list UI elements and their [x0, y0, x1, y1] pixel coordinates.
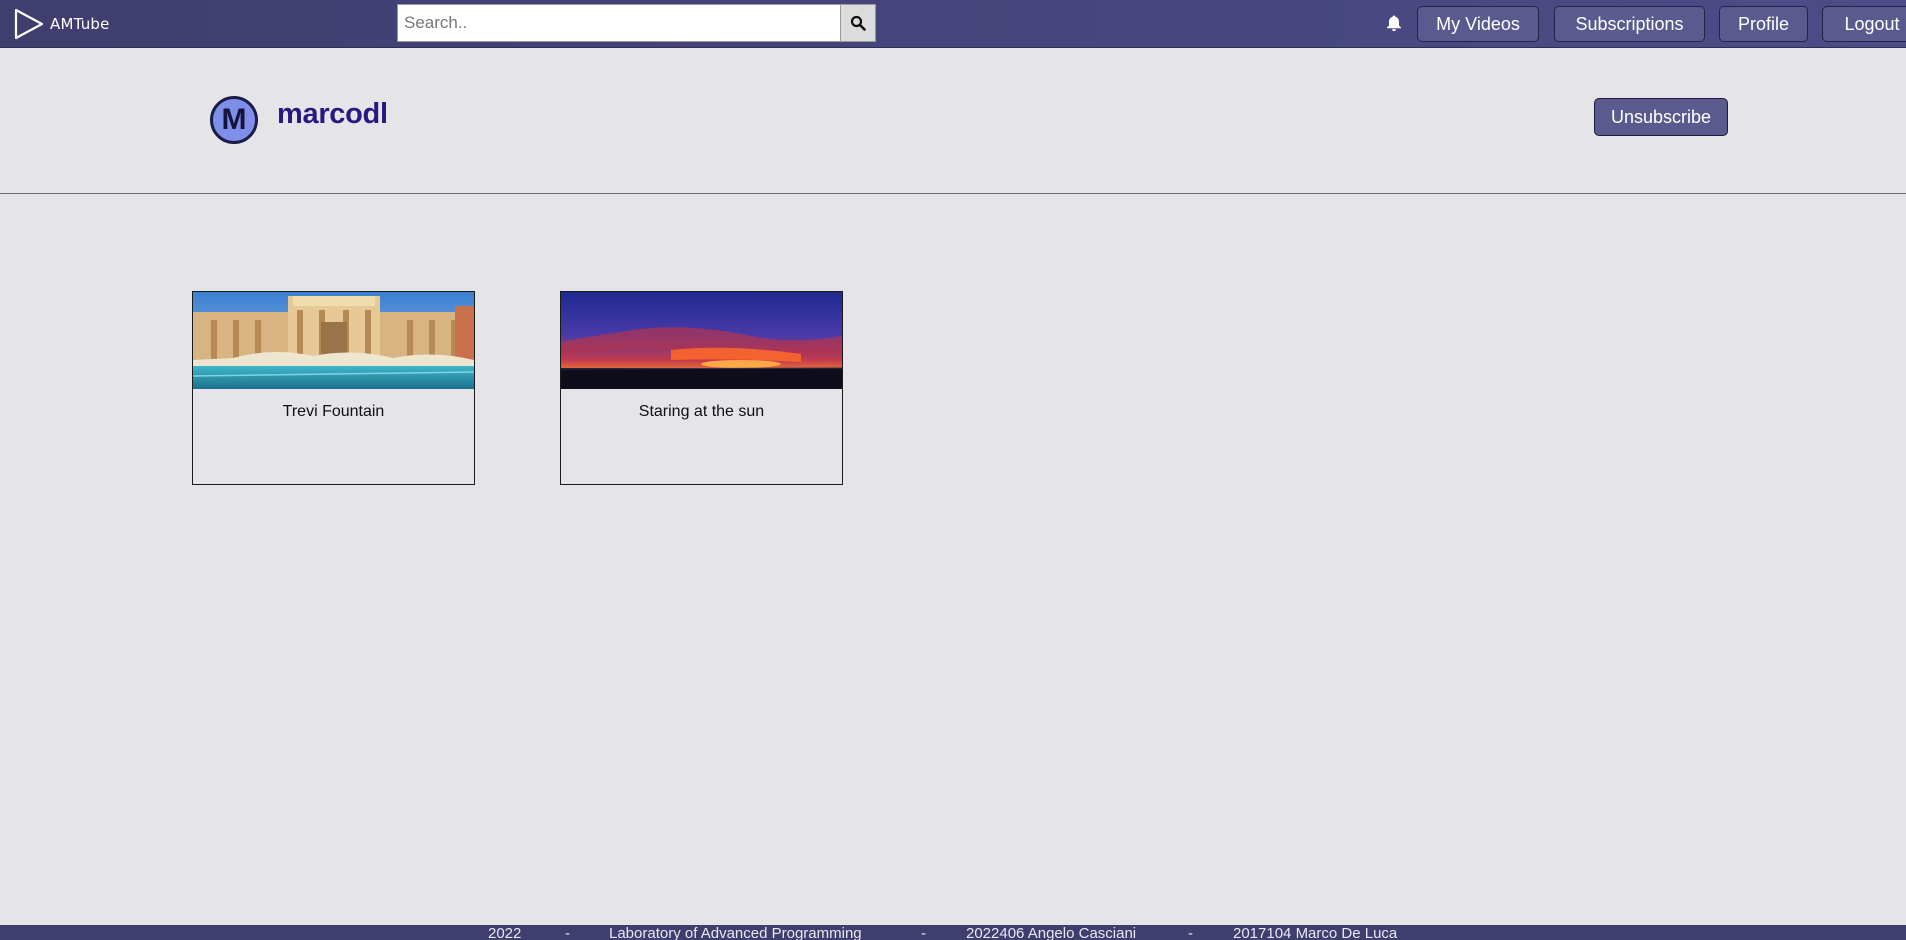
search-input[interactable] [397, 4, 840, 42]
footer-author-2: 2017104 Marco De Luca [1233, 925, 1398, 940]
top-navbar: AMTube My Videos Subscriptions Profile L… [0, 0, 1906, 48]
app-name: AMTube [50, 15, 110, 33]
logout-button[interactable]: Logout [1822, 6, 1906, 42]
video-thumbnail-trevi-fountain [193, 292, 474, 389]
video-card[interactable]: Staring at the sun [560, 291, 843, 485]
channel-header: M marcodl Unsubscribe [0, 48, 1906, 194]
video-title[interactable]: Staring at the sun [561, 403, 842, 421]
footer-course: Laboratory of Advanced Programming [609, 925, 862, 940]
unsubscribe-button[interactable]: Unsubscribe [1594, 98, 1728, 136]
footer: 2022 - Laboratory of Advanced Programmin… [0, 925, 1906, 940]
search-bar [397, 4, 876, 42]
subscriptions-button[interactable]: Subscriptions [1554, 6, 1705, 42]
avatar: M [210, 96, 258, 144]
footer-separator: - [921, 925, 926, 940]
video-title[interactable]: Trevi Fountain [193, 403, 474, 421]
footer-year: 2022 [488, 925, 522, 940]
video-card[interactable]: Trevi Fountain [192, 291, 475, 485]
search-icon [850, 15, 866, 31]
notifications-button[interactable] [1384, 12, 1404, 34]
footer-author-1: 2022406 Angelo Casciani [966, 925, 1137, 940]
footer-separator: - [1188, 925, 1193, 940]
play-triangle-icon [14, 8, 44, 40]
profile-button[interactable]: Profile [1719, 6, 1808, 42]
search-button[interactable] [840, 4, 876, 42]
home-logo-link[interactable]: AMTube [12, 8, 110, 40]
footer-separator: - [565, 925, 570, 940]
my-videos-button[interactable]: My Videos [1417, 6, 1539, 42]
video-thumbnail-staring-at-the-sun [561, 292, 842, 389]
channel-name: marcodl [277, 98, 388, 130]
bell-icon [1387, 15, 1401, 32]
